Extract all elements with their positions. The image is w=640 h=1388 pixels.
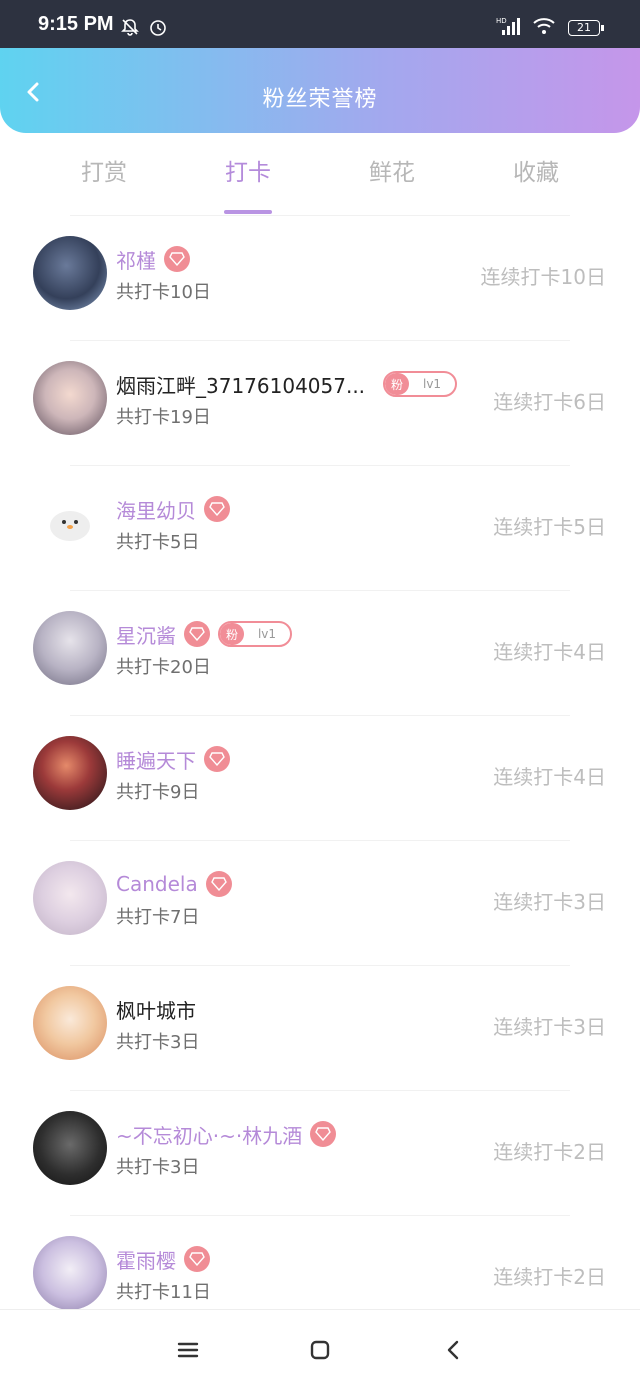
total-checkins: 共打卡9日 — [116, 782, 200, 803]
home-icon[interactable] — [308, 1338, 332, 1362]
fan-name: 海里幼贝 — [116, 498, 196, 523]
list-item[interactable]: 祁槿 共打卡10日 连续打卡10日 — [0, 215, 640, 340]
diamond-icon — [205, 871, 232, 897]
divider — [70, 840, 570, 841]
badge-level: lv1 — [423, 377, 442, 391]
fan-name: 祁槿 — [116, 248, 156, 273]
tab-label: 鲜花 — [369, 160, 415, 186]
divider — [70, 215, 570, 216]
diamond-icon — [204, 496, 230, 522]
streak-text: 连续打卡5日 — [493, 515, 606, 539]
avatar[interactable] — [33, 1236, 107, 1310]
signal-icon: HD — [496, 16, 520, 40]
tab-label: 打卡 — [225, 160, 271, 186]
diamond-icon — [184, 1246, 210, 1272]
divider — [70, 340, 570, 341]
total-checkins: 共打卡7日 — [116, 907, 200, 928]
tab-favorites[interactable]: 收藏 — [466, 153, 606, 187]
diamond-icon — [310, 1121, 337, 1147]
list-item[interactable]: 海里幼贝 共打卡5日 连续打卡5日 — [0, 465, 640, 590]
fan-list: 祁槿 共打卡10日 连续打卡10日 烟雨江畔_37176104057... 粉 … — [0, 215, 640, 1340]
back-icon[interactable] — [442, 1338, 466, 1362]
svg-text:HD: HD — [496, 17, 507, 25]
divider — [70, 715, 570, 716]
streak-text: 连续打卡6日 — [493, 390, 606, 414]
badge-level: lv1 — [257, 627, 277, 641]
badge-label: 粉 — [220, 623, 244, 645]
diamond-icon — [204, 746, 230, 772]
avatar[interactable] — [33, 361, 107, 435]
tab-checkin[interactable]: 打卡 — [178, 153, 318, 214]
tab-underline — [224, 210, 272, 214]
battery-icon: 21 — [568, 20, 604, 36]
total-checkins: 共打卡10日 — [116, 282, 211, 303]
page-title: 粉丝荣誉榜 — [262, 87, 378, 112]
tab-label: 打赏 — [81, 160, 127, 186]
list-item[interactable]: ~不忘初心·~·林九酒 共打卡3日 连续打卡2日 — [0, 1090, 640, 1215]
streak-text: 连续打卡3日 — [493, 890, 606, 914]
fan-name: 霍雨樱 — [116, 1248, 176, 1273]
divider — [70, 965, 570, 966]
avatar[interactable] — [33, 486, 107, 560]
tab-bar: 打赏 打卡 鲜花 收藏 — [0, 133, 640, 215]
list-item[interactable]: Candela 共打卡7日 连续打卡3日 — [0, 840, 640, 965]
menu-icon[interactable] — [176, 1338, 200, 1362]
streak-text: 连续打卡4日 — [493, 640, 606, 664]
alarm-icon — [148, 17, 168, 41]
avatar[interactable] — [33, 986, 107, 1060]
wifi-icon — [532, 16, 556, 40]
total-checkins: 共打卡19日 — [116, 407, 211, 428]
system-nav-bar — [0, 1309, 640, 1388]
list-item[interactable]: 枫叶城市 共打卡3日 连续打卡3日 — [0, 965, 640, 1090]
diamond-icon — [184, 621, 210, 647]
divider — [70, 1090, 570, 1091]
streak-text: 连续打卡2日 — [493, 1265, 606, 1289]
streak-text: 连续打卡4日 — [493, 765, 606, 789]
list-item[interactable]: 烟雨江畔_37176104057... 粉 lv1 共打卡19日 连续打卡6日 — [0, 340, 640, 465]
fan-name: ~不忘初心·~·林九酒 — [116, 1123, 303, 1148]
streak-text: 连续打卡3日 — [493, 1015, 606, 1039]
divider — [70, 1215, 570, 1216]
tab-flowers[interactable]: 鲜花 — [322, 153, 462, 187]
fan-name: 烟雨江畔_37176104057... — [116, 373, 366, 398]
streak-text: 连续打卡2日 — [493, 1140, 606, 1164]
avatar[interactable] — [33, 736, 107, 810]
total-checkins: 共打卡3日 — [116, 1032, 200, 1053]
divider — [70, 465, 570, 466]
avatar[interactable] — [33, 236, 107, 310]
avatar[interactable] — [33, 861, 107, 935]
total-checkins: 共打卡3日 — [116, 1157, 200, 1178]
battery-level: 21 — [568, 20, 600, 36]
fan-level-badge: 粉 lv1 — [218, 621, 292, 647]
avatar[interactable] — [33, 1111, 107, 1185]
list-item[interactable]: 睡遍天下 共打卡9日 连续打卡4日 — [0, 715, 640, 840]
fan-name: 枫叶城市 — [116, 998, 196, 1023]
fan-name: 星沉酱 — [116, 623, 176, 648]
streak-text: 连续打卡10日 — [480, 265, 606, 289]
diamond-icon — [164, 246, 190, 272]
total-checkins: 共打卡11日 — [116, 1282, 211, 1303]
fan-level-badge: 粉 lv1 — [383, 371, 458, 397]
header-bar: 粉丝荣誉榜 — [0, 48, 640, 133]
status-bar: 9:15 PM HD 21 — [0, 0, 640, 48]
bell-off-icon — [120, 17, 140, 41]
tab-label: 收藏 — [513, 160, 559, 186]
tab-reward[interactable]: 打赏 — [34, 153, 174, 187]
total-checkins: 共打卡5日 — [116, 532, 200, 553]
badge-label: 粉 — [385, 373, 410, 395]
fan-name: 睡遍天下 — [116, 748, 196, 773]
avatar[interactable] — [33, 611, 107, 685]
status-time: 9:15 PM — [38, 13, 114, 35]
divider — [70, 590, 570, 591]
list-item[interactable]: 星沉酱 粉 lv1 共打卡20日 连续打卡4日 — [0, 590, 640, 715]
total-checkins: 共打卡20日 — [116, 657, 211, 678]
fan-name: Candela — [116, 872, 198, 896]
